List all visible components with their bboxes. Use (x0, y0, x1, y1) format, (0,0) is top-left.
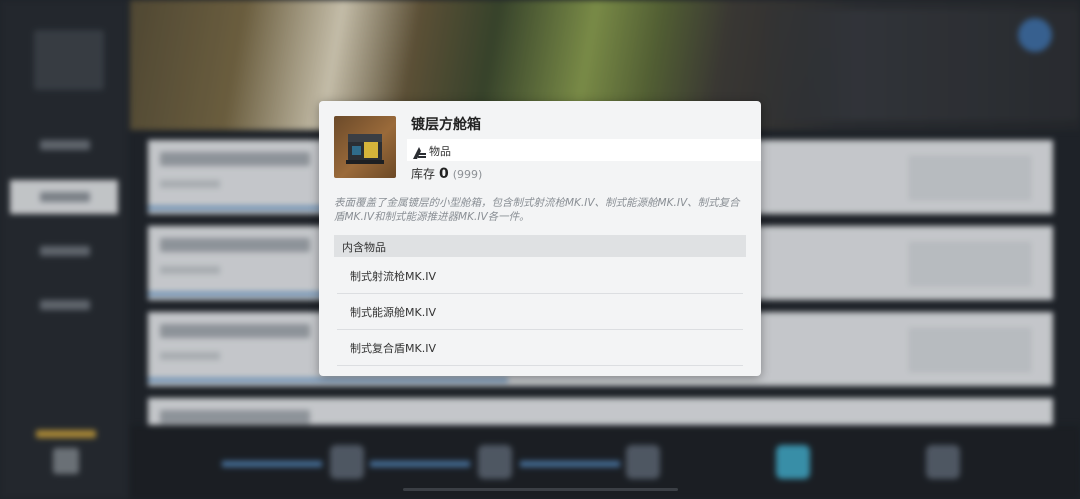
content-item[interactable]: 制式复合盾MK.IV (337, 329, 743, 366)
content-item-name: 制式能源舱MK.IV (350, 306, 436, 319)
item-detail-modal: 镀层方舱箱 物品 库存 0 (999) 表面覆盖了金属镀层的小型舱箱，包含制式射流枪… (319, 101, 761, 376)
contents-header-label: 内含物品 (342, 241, 386, 254)
item-box-icon (334, 116, 396, 178)
item-description: 表面覆盖了金属镀层的小型舱箱，包含制式射流枪MK.IV、制式能源舱MK.IV、制… (334, 197, 740, 223)
stock-label: 库存 (411, 167, 436, 181)
item-title: 镀层方舱箱 (411, 117, 481, 133)
item-type-icon (413, 144, 426, 163)
home-indicator[interactable] (403, 488, 678, 491)
content-item-name: 制式射流枪MK.IV (350, 270, 436, 283)
stock-max: (999) (452, 168, 483, 181)
item-type-row: 物品 (407, 139, 761, 161)
stock-row: 库存 0 (999) (411, 165, 482, 182)
stock-value: 0 (439, 166, 449, 182)
contents-header: 内含物品 (334, 235, 746, 257)
item-type-label: 物品 (429, 145, 451, 158)
content-item[interactable]: 制式能源舱MK.IV (337, 293, 743, 330)
content-item[interactable]: 制式射流枪MK.IV (337, 257, 743, 294)
content-item-name: 制式复合盾MK.IV (350, 342, 436, 355)
